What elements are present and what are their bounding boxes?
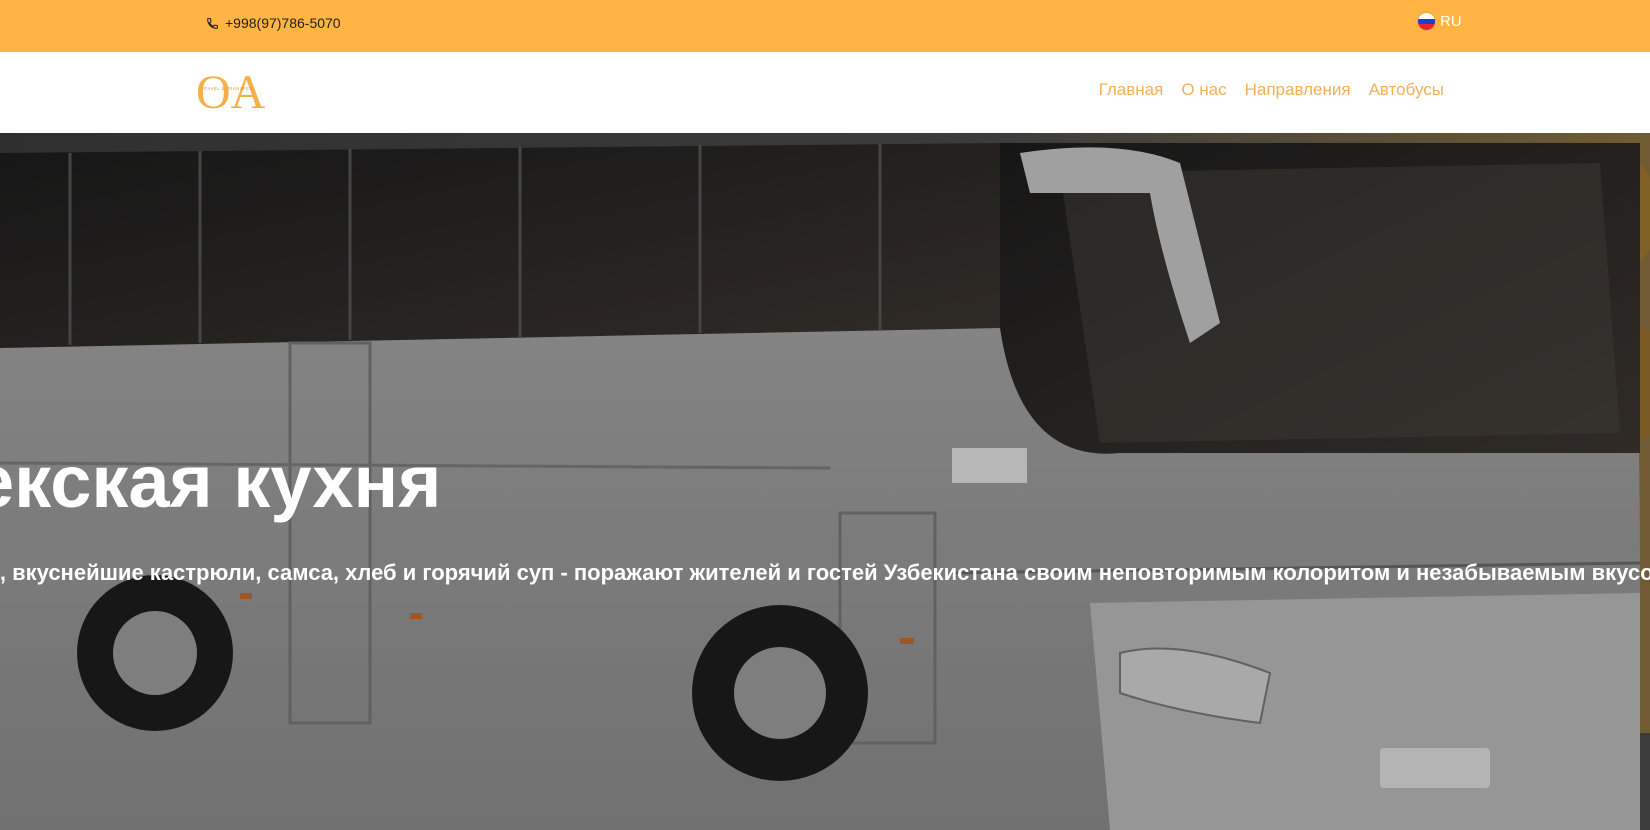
- site-logo[interactable]: OA TRAVEL & TRANSFER: [196, 66, 276, 119]
- nav-link-destinations[interactable]: Направления: [1245, 80, 1351, 100]
- hero-section: Узбекская кухня Узбекский плов, вкуснейш…: [0, 133, 1650, 830]
- phone-icon: [207, 17, 218, 29]
- phone-link[interactable]: +998(97)786-5070: [206, 14, 341, 32]
- nav-menu: Главная О нас Направления Автобусы: [1099, 80, 1444, 100]
- top-bar: +998(97)786-5070 RU: [0, 0, 1650, 52]
- logo-tagline: TRAVEL & TRANSFER: [201, 86, 253, 91]
- main-navbar: OA TRAVEL & TRANSFER Главная О нас Напра…: [0, 52, 1650, 133]
- hero-description: Узбекский плов, вкуснейшие кастрюли, сам…: [0, 560, 1650, 585]
- nav-link-about[interactable]: О нас: [1181, 80, 1226, 100]
- phone-number: +998(97)786-5070: [225, 15, 341, 31]
- language-label: RU: [1440, 13, 1462, 30]
- language-switcher[interactable]: RU: [1418, 13, 1462, 30]
- nav-link-buses[interactable]: Автобусы: [1369, 80, 1444, 100]
- hero-title: Узбекская кухня: [0, 440, 442, 523]
- nav-link-home[interactable]: Главная: [1099, 80, 1164, 100]
- russia-flag-icon: [1418, 13, 1435, 30]
